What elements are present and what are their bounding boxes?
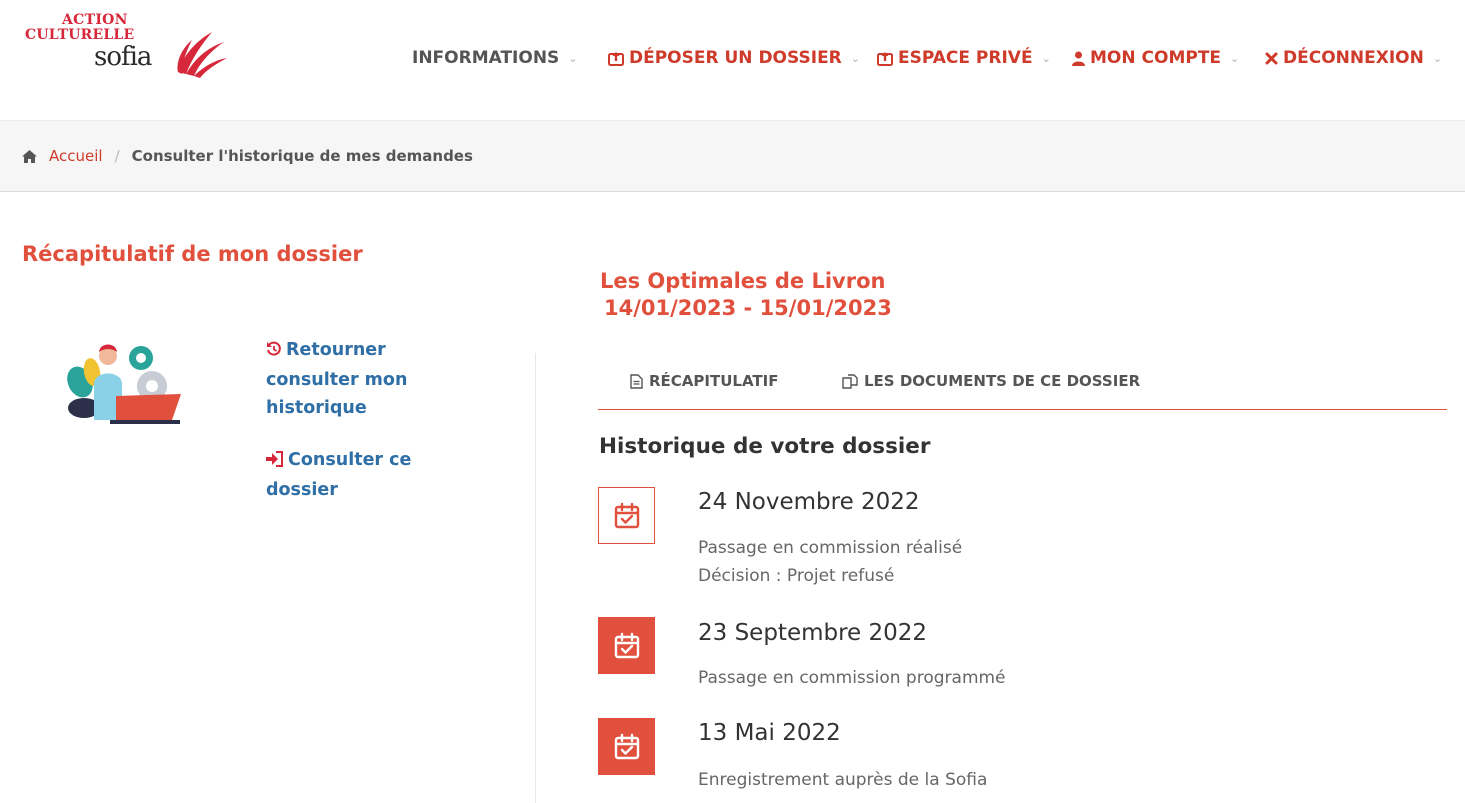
tab-recapitulatif[interactable]: RÉCAPITULATIF [630, 372, 778, 390]
history-entry-date: 23 Septembre 2022 [698, 620, 928, 646]
chevron-down-icon: ⌄ [1432, 51, 1443, 65]
history-entry-date: 13 Mai 2022 [698, 720, 841, 746]
sign-in-icon [266, 448, 284, 476]
nav-deposer-dossier[interactable]: DÉPOSER UN DOSSIER ⌄ [608, 46, 860, 70]
dossier-tabs: RÉCAPITULATIF LES DOCUMENTS DE CE DOSSIE… [598, 356, 1447, 410]
nav-deposer-label: DÉPOSER UN DOSSIER [629, 48, 842, 68]
nav-espace-prive[interactable]: ESPACE PRIVÉ ⌄ [877, 46, 1051, 70]
breadcrumb: Accueil / Consulter l'historique de mes … [22, 147, 473, 165]
column-divider [535, 353, 536, 803]
history-icon [266, 338, 282, 366]
chevron-down-icon: ⌄ [850, 51, 860, 65]
nav-deconnexion[interactable]: DÉCONNEXION ⌄ [1265, 46, 1442, 70]
chevron-down-icon: ⌄ [1230, 51, 1240, 65]
breadcrumb-current: Consulter l'historique de mes demandes [131, 147, 473, 165]
tab-documents[interactable]: LES DOCUMENTS DE CE DOSSIER [842, 372, 1140, 390]
tab-documents-label: LES DOCUMENTS DE CE DOSSIER [864, 372, 1141, 390]
history-entry-date: 24 Novembre 2022 [698, 489, 920, 515]
view-dossier-link[interactable]: Consulter ce dossier [266, 446, 466, 504]
recap-title: Récapitulatif de mon dossier [22, 242, 363, 266]
history-entry-line: Passage en commission réalisé [698, 538, 963, 558]
history-title: Historique de votre dossier [599, 434, 931, 459]
chevron-down-icon: ⌄ [568, 51, 578, 65]
nav-informations[interactable]: INFORMATIONS ⌄ [412, 46, 578, 70]
calendar-check-icon [598, 487, 655, 544]
logo-line-1: ACTION [62, 12, 128, 28]
nav-deconnexion-label: DÉCONNEXION [1283, 48, 1424, 68]
history-entry-line: Passage en commission programmé [698, 668, 1006, 688]
site-header: ACTION CULTURELLE sofia INFORMATIONS ⌄ D… [0, 0, 1465, 120]
times-icon [1265, 52, 1278, 65]
calendar-check-icon [598, 718, 655, 775]
sofia-logo[interactable]: ACTION CULTURELLE sofia [22, 12, 232, 82]
file-icon [630, 373, 643, 389]
back-to-history-label: Retourner consulter mon historique [266, 340, 408, 418]
event-dates: 14/01/2023 - 15/01/2023 [604, 296, 892, 320]
upload-icon [608, 51, 624, 66]
breadcrumb-separator: / [114, 147, 120, 165]
nav-mon-compte[interactable]: MON COMPTE ⌄ [1072, 46, 1239, 70]
chevron-down-icon: ⌄ [1041, 51, 1051, 65]
tab-recapitulatif-label: RÉCAPITULATIF [649, 372, 779, 390]
user-icon [1072, 51, 1085, 66]
upload-icon [877, 51, 893, 66]
copy-icon [842, 373, 858, 389]
view-dossier-label: Consulter ce dossier [266, 450, 412, 500]
nav-compte-label: MON COMPTE [1090, 48, 1222, 68]
breadcrumb-bar: Accueil / Consulter l'historique de mes … [0, 120, 1465, 192]
home-icon [22, 149, 37, 163]
nav-informations-label: INFORMATIONS [412, 48, 560, 68]
breadcrumb-home-link[interactable]: Accueil [49, 147, 103, 165]
history-entry-line: Décision : Projet refusé [698, 566, 895, 586]
logo-line-2: CULTURELLE [25, 27, 135, 43]
event-heading: Les Optimales de Livron 14/01/2023 - 15/… [600, 268, 892, 322]
nav-espace-label: ESPACE PRIVÉ [898, 48, 1033, 68]
back-to-history-link[interactable]: Retourner consulter mon historique [266, 336, 466, 422]
logo-line-3: sofia [94, 42, 152, 72]
logo-fan-icon [177, 32, 227, 78]
history-entry-line: Enregistrement auprès de la Sofia [698, 770, 988, 790]
event-name: Les Optimales de Livron [600, 269, 886, 293]
calendar-check-icon [598, 617, 655, 674]
person-laptop-illustration [67, 344, 181, 424]
